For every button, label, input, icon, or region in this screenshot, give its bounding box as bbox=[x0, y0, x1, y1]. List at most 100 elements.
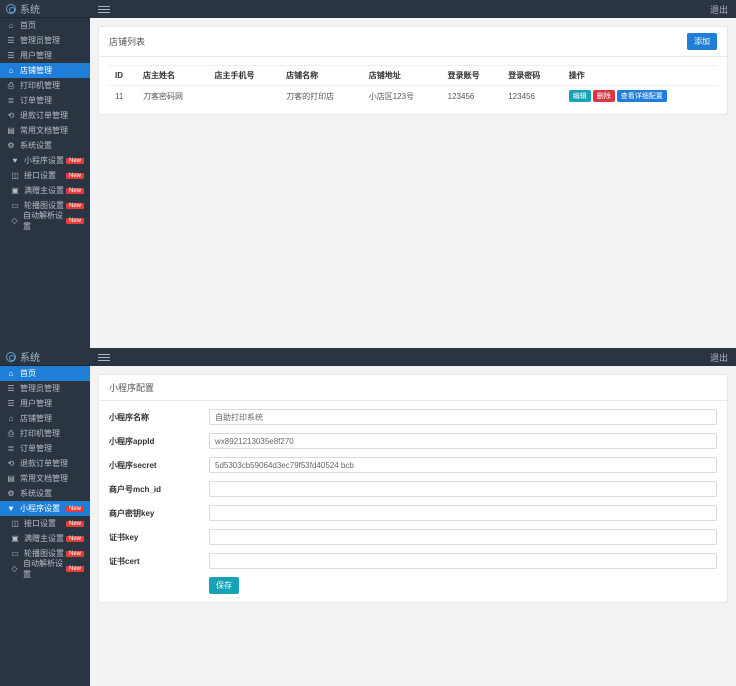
sidebar-item-店铺管理[interactable]: ⌂店铺管理 bbox=[0, 63, 90, 78]
field-label: 证书key bbox=[109, 532, 209, 543]
content-area: 店铺列表 添加 ID店主姓名店主手机号店铺名称店铺地址登录账号登录密码操作 11… bbox=[90, 18, 736, 348]
topbar: 退出 bbox=[90, 348, 736, 366]
sidebar-item-打印机管理[interactable]: ⎙ 打印机管理 bbox=[0, 426, 90, 441]
new-badge: New bbox=[66, 566, 84, 572]
shop-table: ID店主姓名店主手机号店铺名称店铺地址登录账号登录密码操作 11刀客密码网刀客的… bbox=[109, 65, 717, 106]
sidebar-item-label: 系统设置 bbox=[20, 140, 52, 151]
table-header: 登录密码 bbox=[502, 66, 563, 86]
sidebar-item-退款订单管理[interactable]: ⟲退款订单管理 bbox=[0, 456, 90, 471]
logout-link[interactable]: 退出 bbox=[710, 3, 728, 16]
sidebar-item-label: 管理员管理 bbox=[20, 383, 60, 394]
sidebar-item-自动解析设置[interactable]: ◇自动解析设置New bbox=[0, 561, 90, 576]
form-row-mp-secret: 小程序secret bbox=[109, 457, 717, 473]
sidebar-item-label: 满赠主设置 bbox=[24, 533, 64, 544]
mp-appid-input[interactable] bbox=[209, 433, 717, 449]
table-row: 11刀客密码网刀客的打印店小店区123号123456123456编辑删除查看详细… bbox=[109, 86, 717, 107]
mp-name-input[interactable] bbox=[209, 409, 717, 425]
new-badge: New bbox=[66, 218, 84, 224]
sidebar-item-满赠主设置[interactable]: ▣满赠主设置New bbox=[0, 183, 90, 198]
field-label: 小程序名称 bbox=[109, 412, 209, 423]
img-icon: ▭ bbox=[10, 201, 20, 211]
sidebar-item-label: 接口设置 bbox=[24, 518, 56, 529]
sidebar-item-满赠主设置[interactable]: ▣满赠主设置New bbox=[0, 531, 90, 546]
sidebar-item-店铺管理[interactable]: ⌂店铺管理 bbox=[0, 411, 90, 426]
auto-icon: ◇ bbox=[10, 216, 19, 226]
edit-button[interactable]: 编辑 bbox=[569, 90, 591, 102]
users-icon: ☰ bbox=[6, 36, 16, 46]
sidebar-item-打印机管理[interactable]: ⎙打印机管理 bbox=[0, 78, 90, 93]
sidebar-item-接口设置[interactable]: ◫接口设置New bbox=[0, 168, 90, 183]
sidebar-item-常用文档管理[interactable]: ▤常用文档管理 bbox=[0, 123, 90, 138]
new-badge: New bbox=[66, 203, 84, 209]
brand-icon bbox=[6, 4, 16, 14]
print-icon: ⎙ bbox=[6, 81, 16, 91]
detail-button[interactable]: 查看详细配置 bbox=[617, 90, 667, 102]
card-title: 店铺列表 bbox=[109, 35, 145, 48]
save-button[interactable]: 保存 bbox=[209, 577, 239, 594]
new-badge: New bbox=[66, 173, 84, 179]
gift-icon: ▣ bbox=[10, 534, 20, 544]
sidebar-item-首页[interactable]: ⌂首页 bbox=[0, 18, 90, 33]
brand-icon bbox=[6, 352, 16, 362]
card-header: 店铺列表 添加 bbox=[99, 27, 727, 57]
table-header: 店铺地址 bbox=[363, 66, 442, 86]
brand-label: 系统 bbox=[20, 1, 40, 16]
sidebar-item-接口设置[interactable]: ◫接口设置New bbox=[0, 516, 90, 531]
users-icon: ☰ bbox=[6, 399, 16, 409]
gift-icon: ▣ bbox=[10, 186, 20, 196]
card-header: 小程序配置 bbox=[99, 375, 727, 401]
sidebar-item-用户管理[interactable]: ☰ 用户管理 bbox=[0, 396, 90, 411]
mch-id-input[interactable] bbox=[209, 481, 717, 497]
form-row-mp-name: 小程序名称 bbox=[109, 409, 717, 425]
field-label: 小程序secret bbox=[109, 460, 209, 471]
cell-account: 123456 bbox=[442, 86, 503, 107]
sidebar-menu: ⌂首页☰管理员管理☰用户管理⌂店铺管理⎙打印机管理≣订单管理⟲退款订单管理▤常用… bbox=[0, 18, 90, 228]
form-row-mp-appid: 小程序appId bbox=[109, 433, 717, 449]
sidebar-item-label: 店铺管理 bbox=[20, 413, 52, 424]
print-icon: ⎙ bbox=[6, 429, 16, 439]
form-actions: 保存 bbox=[209, 577, 717, 594]
sidebar-item-首页[interactable]: ⌂首页 bbox=[0, 366, 90, 381]
home-icon: ⌂ bbox=[6, 369, 16, 379]
mp-secret-input[interactable] bbox=[209, 457, 717, 473]
cell-shop_name: 刀客的打印店 bbox=[280, 86, 363, 107]
refund-icon: ⟲ bbox=[6, 459, 16, 469]
sidebar-item-label: 打印机管理 bbox=[20, 428, 60, 439]
sidebar-item-系统设置[interactable]: ⚙系统设置 bbox=[0, 486, 90, 501]
new-badge: New bbox=[66, 188, 84, 194]
sidebar-item-管理员管理[interactable]: ☰管理员管理 bbox=[0, 33, 90, 48]
hamburger-icon[interactable] bbox=[98, 352, 110, 363]
sidebar-item-label: 常用文档管理 bbox=[20, 473, 68, 484]
table-header: 登录账号 bbox=[442, 66, 503, 86]
sidebar-item-label: 用户管理 bbox=[20, 398, 52, 409]
brand: 系统 bbox=[0, 0, 90, 18]
sidebar-item-label: 订单管理 bbox=[20, 95, 52, 106]
logout-link[interactable]: 退出 bbox=[710, 351, 728, 364]
sidebar-item-label: 订单管理 bbox=[20, 443, 52, 454]
cert-cert-input[interactable] bbox=[209, 553, 717, 569]
api-icon: ◫ bbox=[10, 171, 20, 181]
form-row-cert-key: 证书key bbox=[109, 529, 717, 545]
sidebar-item-用户管理[interactable]: ☰用户管理 bbox=[0, 48, 90, 63]
card-title: 小程序配置 bbox=[109, 381, 154, 394]
add-button[interactable]: 添加 bbox=[687, 33, 717, 50]
new-badge: New bbox=[66, 158, 84, 164]
sidebar-item-退款订单管理[interactable]: ⟲退款订单管理 bbox=[0, 108, 90, 123]
users-icon: ☰ bbox=[6, 384, 16, 394]
table-body: 11刀客密码网刀客的打印店小店区123号123456123456编辑删除查看详细… bbox=[109, 86, 717, 107]
sidebar-item-订单管理[interactable]: ≣订单管理 bbox=[0, 93, 90, 108]
new-badge: New bbox=[66, 551, 84, 557]
sidebar-item-小程序设置[interactable]: ♥小程序设置New bbox=[0, 153, 90, 168]
cell-id: 11 bbox=[109, 86, 137, 107]
sidebar-item-自动解析设置[interactable]: ◇自动解析设置New bbox=[0, 213, 90, 228]
sidebar-item-小程序设置[interactable]: ♥小程序设置New bbox=[0, 501, 90, 516]
mch-key-input[interactable] bbox=[209, 505, 717, 521]
sidebar-item-常用文档管理[interactable]: ▤常用文档管理 bbox=[0, 471, 90, 486]
del-button[interactable]: 删除 bbox=[593, 90, 615, 102]
hamburger-icon[interactable] bbox=[98, 4, 110, 15]
sidebar-item-系统设置[interactable]: ⚙系统设置 bbox=[0, 138, 90, 153]
sidebar-item-管理员管理[interactable]: ☰ 管理员管理 bbox=[0, 381, 90, 396]
heart-icon: ♥ bbox=[10, 156, 20, 166]
sidebar-item-订单管理[interactable]: ≣订单管理 bbox=[0, 441, 90, 456]
cert-key-input[interactable] bbox=[209, 529, 717, 545]
